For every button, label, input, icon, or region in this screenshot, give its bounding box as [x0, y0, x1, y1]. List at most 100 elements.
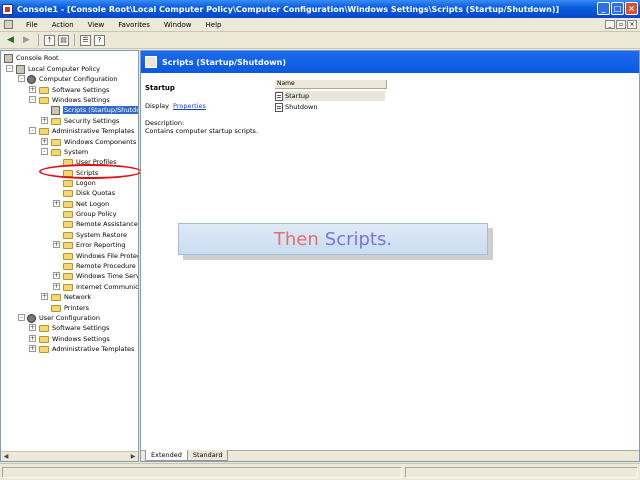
- forward-arrow-icon[interactable]: ▶: [20, 34, 33, 47]
- expand-toggle[interactable]: +: [53, 200, 60, 207]
- expand-toggle[interactable]: +: [29, 345, 36, 352]
- tree-item-administrative-templates[interactable]: Administrative Templates: [39, 126, 134, 136]
- user-icon: [27, 313, 36, 323]
- collapse-toggle[interactable]: -: [18, 314, 25, 321]
- minimize-button[interactable]: _: [597, 2, 610, 15]
- collapse-toggle[interactable]: -: [41, 148, 48, 155]
- collapse-toggle[interactable]: -: [6, 65, 13, 72]
- scroll-right-arrow-icon[interactable]: ▶: [129, 453, 137, 461]
- tree-item-security-settings[interactable]: Security Settings: [51, 116, 119, 126]
- child-close-button[interactable]: ×: [627, 20, 637, 29]
- tree-item-remote-procedure-call[interactable]: Remote Procedure C: [63, 261, 139, 271]
- scripts-icon: [51, 105, 60, 115]
- tree-item-windows-components[interactable]: Windows Components: [51, 137, 136, 147]
- menu-window[interactable]: Window: [157, 21, 199, 29]
- expand-toggle[interactable]: +: [41, 117, 48, 124]
- script-item-icon: [275, 102, 283, 112]
- tree-item-user-software-settings[interactable]: Software Settings: [39, 323, 109, 333]
- up-folder-icon[interactable]: ↑: [44, 34, 55, 46]
- tree-item-console-root[interactable]: Console Root: [4, 53, 59, 63]
- tree-item-disk-quotas[interactable]: Disk Quotas: [63, 188, 115, 198]
- toolbar-separator: [38, 34, 39, 46]
- list-item-label: Shutdown: [285, 103, 318, 111]
- tree-item-label: Error Reporting: [76, 241, 126, 249]
- tree-item-error-reporting[interactable]: Error Reporting: [63, 240, 126, 250]
- tree-item-remote-assistance[interactable]: Remote Assistance: [63, 219, 138, 229]
- menu-action[interactable]: Action: [45, 21, 81, 29]
- folder-icon: [63, 262, 73, 270]
- tree-item-windows-file-protection[interactable]: Windows File Protect: [63, 251, 138, 261]
- scroll-left-arrow-icon[interactable]: ◀: [2, 453, 10, 461]
- collapse-toggle[interactable]: -: [29, 127, 36, 134]
- script-item-icon: [275, 91, 283, 101]
- list-item-shutdown[interactable]: Shutdown: [275, 102, 317, 112]
- tree-item-printers[interactable]: Printers: [51, 303, 89, 313]
- expand-toggle[interactable]: +: [41, 293, 48, 300]
- menu-help[interactable]: Help: [199, 21, 229, 29]
- tree-item-label: Windows Time Servic: [76, 272, 139, 280]
- window-title: Console1 - [Console Root\Local Computer …: [17, 4, 560, 14]
- console-tree[interactable]: Console Root - Local Computer Policy - C…: [0, 50, 139, 462]
- tree-item-system-restore[interactable]: System Restore: [63, 230, 127, 240]
- tree-item-scripts-startup-shutdown[interactable]: Scripts (Startup/Shutdown): [51, 105, 138, 115]
- menu-favorites[interactable]: Favorites: [111, 21, 157, 29]
- expand-toggle[interactable]: +: [29, 324, 36, 331]
- tree-item-user-configuration[interactable]: User Configuration: [27, 313, 100, 323]
- mmc-app-icon[interactable]: [2, 3, 13, 15]
- tree-item-user-administrative-templates[interactable]: Administrative Templates: [39, 344, 134, 354]
- collapse-toggle[interactable]: -: [29, 96, 36, 103]
- selected-item-title: Startup: [145, 84, 175, 92]
- list-item-startup[interactable]: Startup: [275, 91, 385, 101]
- tree-item-label: Remote Procedure C: [76, 262, 139, 270]
- tree-item-network[interactable]: Network: [51, 292, 91, 302]
- tree-item-net-logon[interactable]: Net Logon: [63, 199, 109, 209]
- tree-horizontal-scrollbar[interactable]: ◀ ▶: [1, 451, 138, 461]
- console-window-icon[interactable]: [4, 20, 13, 29]
- column-header-name[interactable]: Name: [275, 80, 387, 89]
- properties-icon[interactable]: ☰: [80, 34, 91, 46]
- expand-toggle[interactable]: +: [53, 272, 60, 279]
- collapse-toggle[interactable]: -: [18, 75, 25, 82]
- tree-item-label: System: [64, 148, 89, 156]
- tree-item-local-computer-policy[interactable]: Local Computer Policy: [16, 64, 100, 74]
- show-hide-tree-icon[interactable]: ▤: [58, 34, 69, 46]
- child-restore-button[interactable]: ▫: [616, 20, 626, 29]
- expand-toggle[interactable]: +: [29, 86, 36, 93]
- details-header: Scripts (Startup/Shutdown): [141, 51, 639, 73]
- tab-standard[interactable]: Standard: [186, 450, 229, 461]
- tree-item-label: Local Computer Policy: [28, 65, 100, 73]
- details-pane: Scripts (Startup/Shutdown) Startup Displ…: [140, 50, 640, 462]
- menu-view[interactable]: View: [81, 21, 112, 29]
- tree-item-label: Administrative Templates: [52, 345, 135, 353]
- tree-item-windows-time-service[interactable]: Windows Time Servic: [63, 271, 139, 281]
- tab-extended[interactable]: Extended: [145, 450, 188, 461]
- child-minimize-button[interactable]: _: [605, 20, 615, 29]
- tree-item-software-settings[interactable]: Software Settings: [39, 85, 109, 95]
- tree-item-system[interactable]: System: [51, 147, 88, 157]
- tree-item-logon[interactable]: Logon: [63, 178, 96, 188]
- expand-toggle[interactable]: +: [53, 241, 60, 248]
- tree-item-computer-configuration[interactable]: Computer Configuration: [27, 74, 117, 84]
- toolbar: ◀ ▶ ↑ ▤ ☰ ?: [0, 32, 640, 49]
- properties-link[interactable]: Properties: [173, 102, 206, 110]
- tree-item-internet-communication[interactable]: Internet Communicat: [63, 282, 138, 292]
- tree-item-label: Security Settings: [64, 117, 120, 125]
- scripts-header-icon: [145, 56, 157, 68]
- tree-item-label: Remote Assistance: [76, 220, 138, 228]
- expand-toggle[interactable]: +: [41, 138, 48, 145]
- list-item-label: Startup: [285, 92, 310, 100]
- status-panel-main: [2, 467, 402, 478]
- toolbar-separator: [74, 34, 75, 46]
- expand-toggle[interactable]: +: [29, 335, 36, 342]
- help-icon[interactable]: ?: [94, 34, 105, 46]
- tree-item-user-windows-settings[interactable]: Windows Settings: [39, 334, 110, 344]
- back-arrow-icon[interactable]: ◀: [4, 34, 17, 47]
- expand-toggle[interactable]: +: [53, 283, 60, 290]
- tree-item-windows-settings[interactable]: Windows Settings: [39, 95, 110, 105]
- close-button[interactable]: ×: [625, 2, 638, 15]
- maximize-button[interactable]: □: [611, 2, 624, 15]
- folder-open-icon: [39, 127, 49, 135]
- tree-item-group-policy[interactable]: Group Policy: [63, 209, 117, 219]
- folder-open-icon: [51, 148, 61, 156]
- menu-file[interactable]: File: [19, 21, 45, 29]
